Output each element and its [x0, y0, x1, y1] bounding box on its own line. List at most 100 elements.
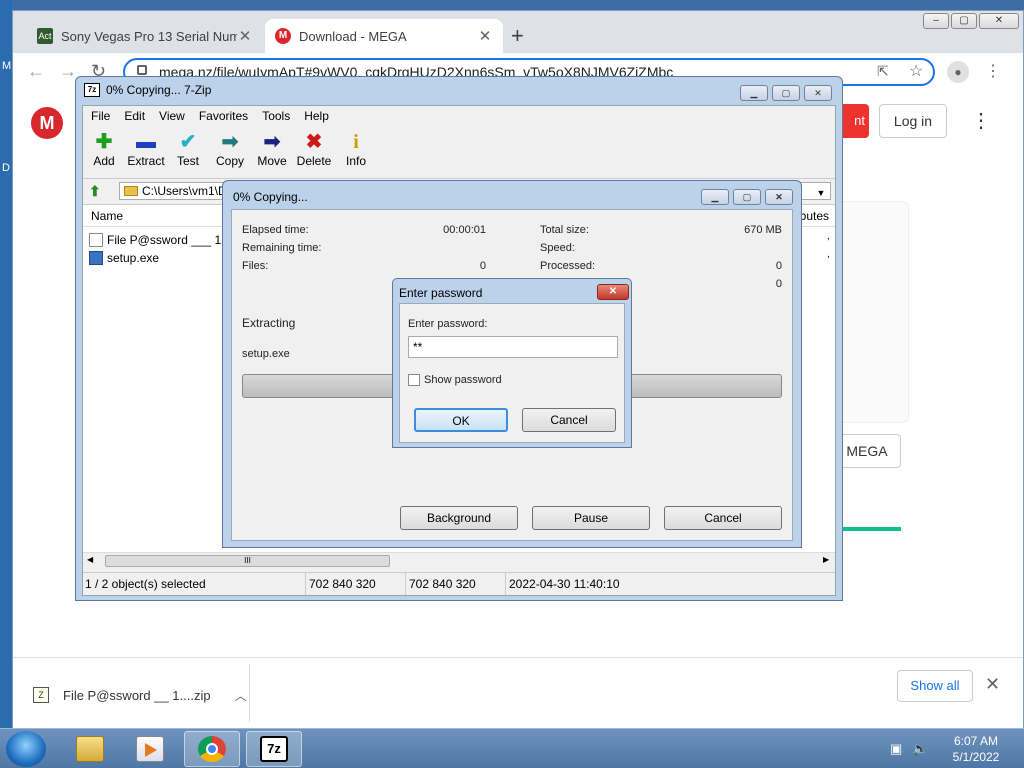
more-menu-icon[interactable]: ⋮ — [971, 109, 991, 133]
7zip-icon: 7z — [260, 736, 288, 762]
minimize-button[interactable]: ▁ — [701, 189, 729, 205]
menu-tools[interactable]: Tools — [262, 109, 290, 123]
extra-value: 0 — [775, 278, 782, 290]
sevenzip-app-icon: 7z — [84, 83, 100, 97]
show-password-checkbox[interactable] — [408, 374, 420, 386]
taskbar-media-player[interactable] — [122, 731, 178, 767]
truncated-attribute: , — [827, 231, 830, 242]
close-icon[interactable]: ✕ — [237, 27, 253, 45]
download-bar: Z File P@ssword __ 1....zip ︿ Show all ✕ — [13, 657, 1023, 729]
close-window-button[interactable]: ✕ — [765, 189, 793, 205]
explorer-icon — [76, 736, 104, 762]
cancel-button[interactable]: Cancel — [522, 408, 616, 432]
tab-sony-vegas[interactable]: Act Sony Vegas Pro 13 Serial Numbe ✕ — [27, 19, 263, 53]
close-download-bar-icon[interactable]: ✕ — [985, 674, 1000, 695]
close-window-button[interactable]: ✕ — [804, 85, 832, 101]
clock[interactable]: 6:07 AM 5/1/2022 — [936, 733, 1016, 765]
delete-button[interactable]: ✖ Delete — [293, 130, 335, 168]
chevron-down-icon[interactable]: ▼ — [812, 185, 830, 201]
truncated-attribute: , — [827, 249, 830, 260]
test-button[interactable]: ✔ Test — [167, 130, 209, 168]
exe-file-icon — [89, 251, 103, 265]
cancel-button[interactable]: Cancel — [664, 506, 782, 530]
mega-logo[interactable]: M — [31, 107, 63, 139]
copying-title: 0% Copying... — [233, 190, 308, 204]
extract-button[interactable]: ▬ Extract — [125, 130, 167, 168]
desktop-icon-letter: D — [2, 162, 10, 174]
scrollbar-thumb[interactable]: III — [105, 555, 390, 567]
sevenzip-window-controls: ▁ ▢ ✕ — [740, 85, 832, 101]
forward-arrow-icon[interactable]: → — [59, 61, 77, 82]
column-name[interactable]: Name — [91, 209, 123, 223]
move-label: Move — [257, 154, 287, 168]
elapsed-value: 00:00:01 — [443, 224, 486, 236]
pause-button[interactable]: Pause — [532, 506, 650, 530]
minimize-button[interactable]: – — [923, 13, 949, 29]
add-button[interactable]: ✚ Add — [83, 130, 125, 168]
show-all-button[interactable]: Show all — [897, 670, 973, 702]
share-icon[interactable]: ⇱ — [877, 63, 889, 80]
scroll-right-icon[interactable]: ▶ — [823, 555, 829, 564]
status-bar: 1 / 2 object(s) selected 702 840 320 702… — [83, 572, 835, 595]
password-input[interactable]: ** — [408, 336, 618, 358]
copy-button[interactable]: ➡ Copy — [209, 130, 251, 168]
chrome-menu-icon[interactable]: ⋮ — [985, 61, 1001, 81]
profile-avatar-icon[interactable]: ● — [947, 61, 969, 83]
up-folder-icon[interactable]: ⬆ — [89, 183, 107, 199]
background-button[interactable]: Background — [400, 506, 518, 530]
taskbar-explorer[interactable] — [62, 731, 118, 767]
show-password-label[interactable]: Show password — [424, 374, 502, 386]
info-button[interactable]: i Info — [335, 130, 377, 168]
divider — [505, 573, 506, 595]
lock-icon — [137, 65, 147, 75]
clock-time: 6:07 AM — [953, 734, 999, 748]
tab-title: Sony Vegas Pro 13 Serial Numbe — [61, 28, 237, 44]
open-in-mega-button[interactable]: MEGA — [833, 434, 901, 468]
taskbar-chrome[interactable] — [184, 731, 240, 767]
extracting-label: Extracting — [242, 316, 296, 330]
volume-icon[interactable]: 🔈 — [912, 741, 928, 757]
ok-button[interactable]: OK — [414, 408, 508, 432]
login-button[interactable]: Log in — [879, 104, 947, 138]
taskbar-7zip[interactable]: 7z — [246, 731, 302, 767]
mega-favicon: M — [275, 28, 291, 44]
maximize-button[interactable]: ▢ — [772, 85, 800, 101]
menu-file[interactable]: File — [91, 109, 110, 123]
list-item[interactable]: File P@ssword ___ 12 — [89, 231, 228, 249]
path-text: C:\Users\vm1\D — [142, 184, 227, 198]
maximize-button[interactable]: ▢ — [733, 189, 761, 205]
close-icon[interactable]: ✕ — [477, 27, 493, 45]
network-icon[interactable]: ▣ — [890, 741, 902, 757]
scroll-left-icon[interactable]: ◀ — [87, 555, 93, 564]
info-icon: i — [353, 131, 359, 153]
move-arrow-icon: ➡ — [263, 131, 281, 153]
file-name: setup.exe — [107, 251, 160, 265]
horizontal-scrollbar[interactable]: ◀ III ▶ — [83, 552, 835, 568]
window-controls: – ▢ ✕ — [923, 13, 1019, 29]
new-tab-button[interactable]: + — [511, 25, 524, 47]
minimize-button[interactable]: ▁ — [740, 85, 768, 101]
download-item[interactable]: Z File P@ssword __ 1....zip ︿ — [33, 678, 251, 712]
close-window-button[interactable]: ✕ — [597, 284, 629, 300]
remaining-label: Remaining time: — [242, 242, 322, 254]
close-window-button[interactable]: ✕ — [979, 13, 1019, 29]
menu-help[interactable]: Help — [304, 109, 329, 123]
total-size-label: Total size: — [540, 224, 589, 236]
bookmark-star-icon[interactable]: ☆ — [909, 61, 923, 81]
maximize-button[interactable]: ▢ — [951, 13, 977, 29]
tab-mega-download[interactable]: M Download - MEGA ✕ — [265, 19, 503, 53]
sevenzip-titlebar: 7z 0% Copying... 7-Zip — [84, 83, 211, 97]
start-button[interactable] — [6, 731, 46, 767]
menu-favorites[interactable]: Favorites — [199, 109, 248, 123]
files-value: 0 — [479, 260, 486, 272]
menu-edit[interactable]: Edit — [124, 109, 145, 123]
move-button[interactable]: ➡ Move — [251, 130, 293, 168]
list-item[interactable]: setup.exe — [89, 249, 159, 267]
tab-strip: Act Sony Vegas Pro 13 Serial Numbe ✕ M D… — [13, 11, 1023, 53]
chevron-up-icon[interactable]: ︿ — [235, 687, 247, 704]
plus-icon: ✚ — [95, 131, 113, 153]
back-arrow-icon[interactable]: ← — [27, 61, 45, 82]
password-dialog: Enter password ✕ Enter password: ** Show… — [392, 278, 632, 448]
menu-view[interactable]: View — [159, 109, 185, 123]
download-file-name: File P@ssword __ 1....zip — [63, 687, 211, 703]
